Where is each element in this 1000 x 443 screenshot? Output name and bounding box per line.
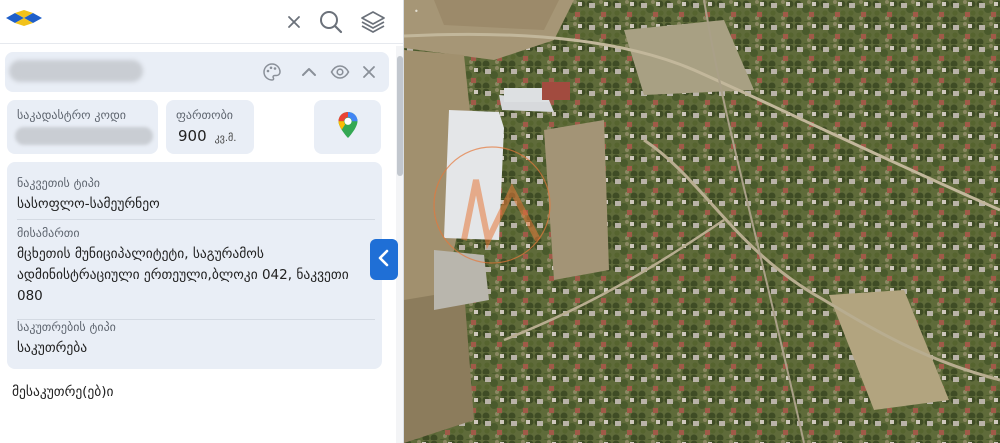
clear-search-button[interactable] [281,9,307,35]
ownership-type-field: საკუთრების ტიპი საკუთრება [17,320,375,364]
owners-section-title: მესაკუთრე(ებ)ი [12,384,114,400]
cadastral-code-label: საკადასტრო კოდი [17,108,126,122]
address-field: მისამართი მცხეთის მუნიციპალიტეტი, საგურა… [17,226,375,320]
area-box: ფართობი 900 კვ.მ. [166,100,254,154]
land-type-label: ნაკვეთის ტიპი [17,176,101,190]
ownership-type-value: საკუთრება [17,340,88,356]
cadastral-code-box: საკადასტრო კოდი [7,100,158,154]
layers-icon[interactable] [360,9,386,35]
ownership-type-label: საკუთრების ტიპი [17,320,116,334]
map-imagery: • [404,0,1000,443]
logo-icon[interactable] [6,10,42,30]
chevron-left-icon [376,248,392,272]
address-value: მცხეთის მუნიციპალიტეტი, საგურამოს ადმინი… [17,246,349,304]
palette-icon[interactable] [262,62,282,82]
redacted-owner-name [9,60,143,82]
area-value: 900 [178,127,207,145]
satellite-map[interactable]: • [404,0,1000,443]
open-in-maps-button[interactable] [314,100,381,154]
parcel-card-header [5,52,389,92]
parcel-details-card: ნაკვეთის ტიპი სასოფლო-სამეურნეო მისამართ… [7,162,382,369]
address-label: მისამართი [17,226,80,240]
google-maps-pin-icon [337,111,359,143]
land-type-field: ნაკვეთის ტიპი სასოფლო-სამეურნეო [17,176,375,220]
area-label: ფართობი [176,108,234,122]
top-toolbar [0,0,403,44]
info-panel: საკადასტრო კოდი ფართობი 900 კვ.მ. ნაკვეთი… [0,0,404,443]
scrollbar-thumb[interactable] [397,56,403,176]
search-icon[interactable] [318,9,344,35]
land-type-value: სასოფლო-სამეურნეო [17,196,160,212]
area-value-wrap: 900 კვ.მ. [178,127,236,145]
eye-icon[interactable] [330,62,350,82]
area-unit: კვ.მ. [214,133,237,144]
redacted-cadastral-code [15,127,153,145]
chevron-up-icon[interactable] [299,62,319,82]
svg-text:•: • [414,7,419,16]
collapse-panel-button[interactable] [370,239,398,280]
close-icon[interactable] [359,62,379,82]
